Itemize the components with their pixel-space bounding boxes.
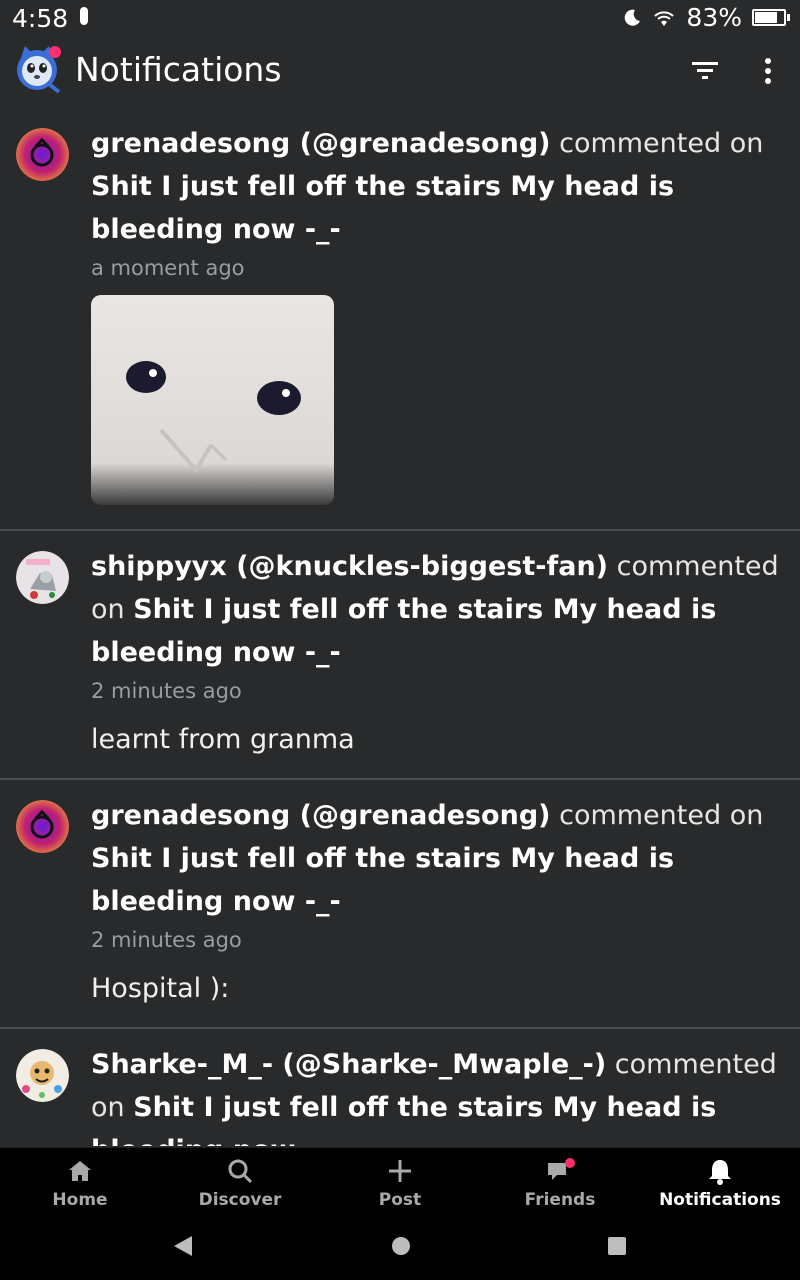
notification-action: commented on xyxy=(559,800,764,831)
home-circle-icon[interactable] xyxy=(390,1234,412,1258)
app-bar: Notifications xyxy=(0,38,800,108)
status-time: 4:58 xyxy=(12,4,69,33)
nav-post-label: Post xyxy=(378,1190,422,1210)
nav-discover-label: Discover xyxy=(198,1190,282,1210)
notification-text: grenadesong (@grenadesong) commented on … xyxy=(91,794,780,923)
recents-icon[interactable] xyxy=(606,1234,628,1258)
notification-post-title[interactable]: Shit I just fell off the stairs My head … xyxy=(91,843,674,917)
notification-item[interactable]: shippyyx (@knuckles-biggest-fan) comment… xyxy=(0,531,800,780)
notification-text: grenadesong (@grenadesong) commented on … xyxy=(91,122,780,251)
nav-home-label: Home xyxy=(52,1190,108,1210)
nav-friends-label: Friends xyxy=(524,1190,596,1210)
post-thumbnail[interactable] xyxy=(91,295,334,505)
back-icon[interactable] xyxy=(172,1234,194,1258)
status-icons: 83% xyxy=(622,3,790,32)
avatar[interactable] xyxy=(16,551,69,604)
battery-icon xyxy=(752,9,790,26)
bell-icon xyxy=(709,1160,731,1185)
filter-icon[interactable] xyxy=(688,56,724,86)
notification-time: 2 minutes ago xyxy=(91,928,242,952)
bottom-nav: Home Discover Post Friends Notifications xyxy=(0,1147,800,1217)
notification-post-title[interactable]: Shit I just fell off the stairs My head … xyxy=(91,1092,716,1146)
notification-user[interactable]: grenadesong (@grenadesong) xyxy=(91,128,551,159)
plus-icon xyxy=(389,1160,411,1182)
battery-percent: 83% xyxy=(686,3,742,32)
notification-user[interactable]: Sharke-_M_- (@Sharke-_Mwaple_-) xyxy=(91,1049,606,1080)
page-title: Notifications xyxy=(75,50,282,89)
battery-level xyxy=(755,12,777,23)
notification-user[interactable]: grenadesong (@grenadesong) xyxy=(91,800,551,831)
nav-friends[interactable]: Friends xyxy=(480,1148,640,1217)
notification-text: shippyyx (@knuckles-biggest-fan) comment… xyxy=(91,545,780,674)
notification-item[interactable]: Sharke-_M_- (@Sharke-_Mwaple_-) commente… xyxy=(0,1029,800,1146)
tumblr-mascot-icon xyxy=(17,46,61,94)
nav-home[interactable]: Home xyxy=(0,1148,160,1217)
avatar[interactable] xyxy=(16,128,69,181)
notification-text: Sharke-_M_- (@Sharke-_Mwaple_-) commente… xyxy=(91,1043,780,1146)
notification-comment: learnt from granma xyxy=(91,724,355,755)
notification-user[interactable]: shippyyx (@knuckles-biggest-fan) xyxy=(91,551,608,582)
notification-action: commented on xyxy=(559,128,764,159)
more-vert-icon[interactable] xyxy=(754,54,782,88)
nav-discover[interactable]: Discover xyxy=(160,1148,320,1217)
avatar[interactable] xyxy=(16,800,69,853)
notification-time: 2 minutes ago xyxy=(91,679,242,703)
system-nav xyxy=(0,1216,800,1280)
nav-post[interactable]: Post xyxy=(320,1148,480,1217)
notification-post-title[interactable]: Shit I just fell off the stairs My head … xyxy=(91,171,674,245)
nav-notifications[interactable]: Notifications xyxy=(640,1148,800,1217)
chat-icon xyxy=(548,1158,575,1180)
notification-item[interactable]: grenadesong (@grenadesong) commented on … xyxy=(0,108,800,531)
status-bar: 4:58 83% xyxy=(0,0,800,38)
avatar[interactable] xyxy=(16,1049,69,1102)
notification-item[interactable]: grenadesong (@grenadesong) commented on … xyxy=(0,780,800,1029)
notification-post-title[interactable]: Shit I just fell off the stairs My head … xyxy=(91,594,716,668)
search-icon xyxy=(228,1159,253,1184)
notification-time: a moment ago xyxy=(91,256,245,280)
notification-comment: Hospital ): xyxy=(91,973,230,1004)
moon-icon xyxy=(625,9,641,26)
nav-notifications-label: Notifications xyxy=(659,1190,781,1210)
home-icon xyxy=(69,1161,91,1181)
notification-feed[interactable]: grenadesong (@grenadesong) commented on … xyxy=(0,108,800,1146)
wifi-icon xyxy=(654,10,675,26)
status-indicator-icon xyxy=(80,7,88,25)
